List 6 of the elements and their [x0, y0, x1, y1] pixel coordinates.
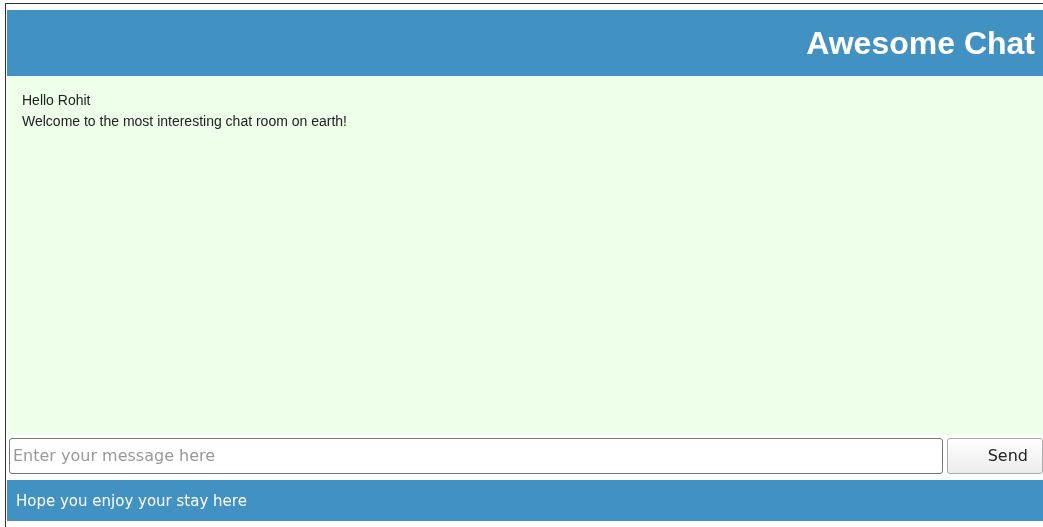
chat-message: Hello Rohit — [22, 92, 92, 109]
send-button[interactable]: Send — [947, 437, 1043, 474]
chat-message: Welcome to the most interesting chat room on earth! — [22, 113, 348, 130]
app-title: Awesome Chat — [806, 24, 1035, 62]
footer-text: Hope you enjoy your stay here — [16, 491, 247, 510]
message-input[interactable]: Enter your message here — [9, 437, 943, 474]
